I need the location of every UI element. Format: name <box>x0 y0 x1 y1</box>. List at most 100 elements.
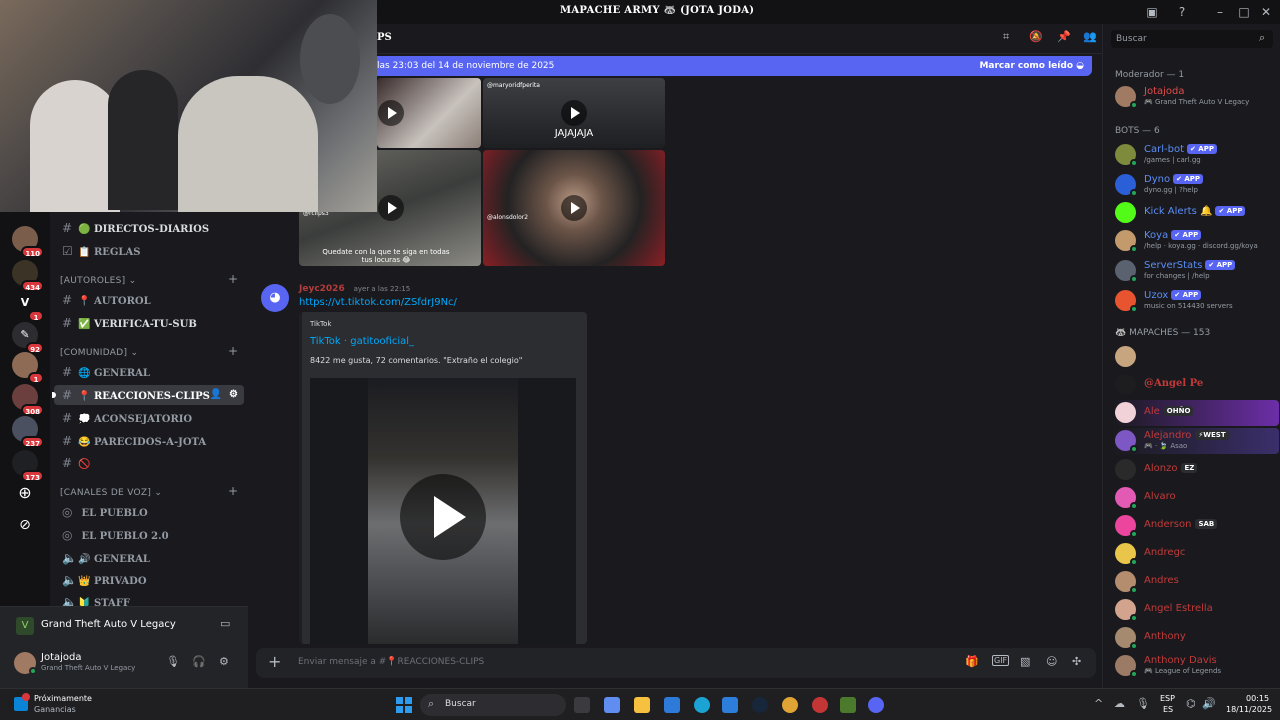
chevron-up-icon[interactable]: ^ <box>1094 697 1103 710</box>
member-item[interactable]: Alvaro <box>1113 485 1279 511</box>
steam-icon[interactable] <box>752 697 768 713</box>
channel-item[interactable]: # 🟢 DIRECTOS-DIARIOS <box>54 218 244 238</box>
member-item[interactable]: Alonzo EZ <box>1113 457 1279 483</box>
activity-panel[interactable]: V Grand Theft Auto V Legacy ▭ <box>0 606 248 644</box>
channel-item[interactable]: # 📍 AUTOROL <box>54 290 244 310</box>
stream-icon[interactable]: ▭ <box>220 617 230 630</box>
invite-icon[interactable]: 👤 <box>210 385 222 405</box>
create-channel-icon[interactable]: + <box>228 272 238 286</box>
category-header[interactable]: [AUTOROLES] ⌄ <box>60 276 136 286</box>
embed-title[interactable]: TikTok · gatitooficial_ <box>310 336 414 347</box>
explorer-icon[interactable] <box>634 697 650 713</box>
channel-settings-icon[interactable]: ⚙ <box>229 385 238 405</box>
member-item[interactable]: Koya ✔ APP/help · koya.gg · discord.gg/ko… <box>1113 228 1279 254</box>
pin-icon[interactable]: 📌 <box>1057 30 1071 43</box>
discord-avatar-icon[interactable]: ◕ <box>261 284 289 312</box>
inbox-icon[interactable]: ▣ <box>1144 4 1160 20</box>
server-icon[interactable]: 110 <box>12 226 44 258</box>
create-channel-icon[interactable]: + <box>228 484 238 498</box>
clock-date[interactable]: 18/11/2025 <box>1226 705 1272 714</box>
gta-icon[interactable] <box>840 697 856 713</box>
taskbar-search[interactable]: ⌕ Buscar <box>420 694 566 716</box>
server-icon[interactable]: 1 <box>12 352 44 384</box>
message-link[interactable]: https://vt.tiktok.com/ZSfdrJ9Nc/ <box>299 297 457 308</box>
close-icon[interactable]: ✕ <box>1258 4 1274 20</box>
server-icon[interactable]: 237 <box>12 416 44 448</box>
sticker-icon[interactable]: ▧ <box>1020 655 1030 668</box>
create-channel-icon[interactable]: + <box>228 344 238 358</box>
member-item[interactable]: ServerStats ✔ APP for changes | /help <box>1113 258 1279 284</box>
mark-read-button[interactable]: Marcar como leído ◒ <box>979 56 1084 76</box>
edge-icon[interactable] <box>694 697 710 713</box>
channel-item-active[interactable]: # 📍 REACCIONES-CLIPS 👤 ⚙ <box>52 385 244 405</box>
server-icon[interactable]: ✎ 92 <box>12 322 44 354</box>
voice-channel[interactable]: ◎ EL PUEBLO 2.0 <box>54 525 244 545</box>
discover-icon[interactable]: ⊘ <box>12 512 38 538</box>
mic-tray-icon[interactable]: 🎙 <box>1136 697 1150 710</box>
user-settings-icon[interactable]: ⚙ <box>219 655 229 668</box>
message-input[interactable]: Enviar mensaje a #📍REACCIONES-CLIPS <box>298 657 484 667</box>
video-thumbnail[interactable] <box>377 78 481 148</box>
member-item[interactable]: Ale OHÑO <box>1113 400 1279 426</box>
member-item[interactable]: Uzox ✔ APP music on 514430 servers <box>1113 288 1279 314</box>
member-item[interactable]: Alejandro ⚡WEST 🎮 · 🍃 Asao <box>1113 428 1279 454</box>
language-primary[interactable]: ESP <box>1160 694 1175 703</box>
add-attachment-icon[interactable]: + <box>268 652 281 671</box>
minimize-icon[interactable]: – <box>1212 4 1228 20</box>
start-icon[interactable] <box>396 697 412 713</box>
cloud-icon[interactable]: ☁ <box>1114 697 1125 710</box>
member-item[interactable]: @Angel Pe <box>1113 372 1279 398</box>
member-item[interactable]: Dyno ✔ APP dyno.gg | ?help <box>1113 172 1279 198</box>
voice-channel[interactable]: 🔈🔰 STAFF <box>54 592 244 606</box>
message-composer[interactable]: + Enviar mensaje a #📍REACCIONES-CLIPS 🎁 … <box>256 648 1096 678</box>
server-icon[interactable]: 173 <box>12 450 44 482</box>
mute-icon[interactable]: 🔕 <box>1029 30 1043 43</box>
threads-icon[interactable]: ⌗ <box>1003 30 1009 44</box>
search-input[interactable]: Buscar <box>1111 30 1273 48</box>
server-icon[interactable]: V1 <box>12 290 44 322</box>
members-icon[interactable]: 👥 <box>1083 30 1097 43</box>
volume-icon[interactable]: 🔊 <box>1202 697 1216 710</box>
microphone-icon[interactable]: 🎙 <box>166 655 180 668</box>
member-item[interactable]: Kick Alerts 🔔 ✔ APP <box>1113 200 1279 226</box>
gift-icon[interactable]: 🎁 <box>965 655 979 668</box>
add-server-icon[interactable]: ⊕ <box>12 480 38 506</box>
channel-item[interactable]: # 😂 PARECIDOS-A-JOTA <box>54 431 244 451</box>
chrome-icon[interactable] <box>782 697 798 713</box>
gif-icon[interactable]: GIF <box>992 655 1010 666</box>
member-item[interactable]: Jotajoda 🎮 Grand Theft Auto V Legacy <box>1113 84 1279 110</box>
member-item[interactable]: Anthony <box>1113 625 1279 651</box>
headphones-icon[interactable]: 🎧 <box>192 655 206 668</box>
embed-video[interactable] <box>310 378 576 644</box>
network-icon[interactable]: ⌬ <box>1186 697 1196 710</box>
member-item[interactable] <box>1113 344 1279 370</box>
member-item[interactable]: Andres <box>1113 569 1279 595</box>
member-item[interactable]: Andregc <box>1113 541 1279 567</box>
channel-item[interactable]: # 🌐 GENERAL <box>54 362 244 382</box>
member-item[interactable]: Anthony Davis 🎮 League of Legends <box>1113 653 1279 679</box>
member-item[interactable]: Anderson SAB <box>1113 513 1279 539</box>
app-icon[interactable] <box>812 697 828 713</box>
store-icon[interactable] <box>664 697 680 713</box>
app-icon[interactable] <box>722 697 738 713</box>
member-item[interactable]: Carl-bot ✔ APP/games | carl.gg <box>1113 142 1279 168</box>
discord-icon[interactable] <box>868 697 884 713</box>
server-icon[interactable]: 434 <box>12 260 44 292</box>
server-icon[interactable]: 308 <box>12 384 44 416</box>
member-item[interactable]: Angel Estrella <box>1113 597 1279 623</box>
voice-channel[interactable]: 🔈👑 PRIVADO <box>54 570 244 590</box>
new-messages-bar[interactable]: las 23:03 del 14 de noviembre de 2025 Ma… <box>377 56 1092 76</box>
clock-time[interactable]: 00:15 <box>1246 694 1269 703</box>
maximize-icon[interactable]: □ <box>1236 4 1252 20</box>
task-view-icon[interactable] <box>574 697 590 713</box>
emoji-icon[interactable]: ☺ <box>1046 655 1057 668</box>
category-header[interactable]: [CANALES DE VOZ] ⌄ <box>60 488 162 498</box>
video-thumbnail[interactable]: @maryoridfperita JAJAJAJA <box>483 78 665 148</box>
copilot-icon[interactable] <box>604 697 620 713</box>
help-icon[interactable]: ? <box>1174 4 1190 20</box>
video-thumbnail[interactable]: @alonsdolor2 <box>483 150 665 266</box>
channel-item[interactable]: # 💭 ACONSEJATORIO <box>54 408 244 428</box>
category-header[interactable]: [COMUNIDAD] ⌄ <box>60 348 138 358</box>
voice-channel[interactable]: 🔈🔊 GENERAL <box>54 548 244 568</box>
channel-item[interactable]: ☑ 📋 REGLAS <box>54 241 244 261</box>
